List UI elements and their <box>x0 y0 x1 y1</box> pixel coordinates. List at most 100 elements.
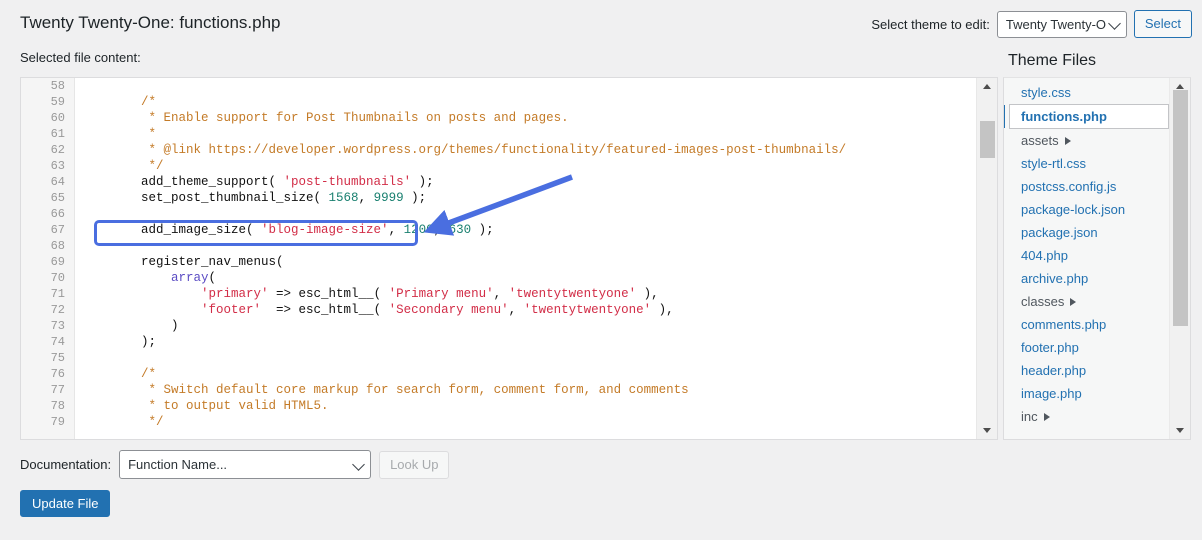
theme-file-label: package.json <box>1021 225 1098 240</box>
theme-file-item[interactable]: style-rtl.css <box>1004 152 1169 175</box>
line-number: 76 <box>21 366 74 382</box>
theme-file-item[interactable]: package.json <box>1004 221 1169 244</box>
theme-file-item[interactable]: functions.php <box>1009 104 1169 129</box>
theme-folder-item[interactable]: inc <box>1004 405 1169 428</box>
line-number: 78 <box>21 398 74 414</box>
theme-file-label: package-lock.json <box>1021 202 1125 217</box>
caret-right-icon <box>1065 137 1071 145</box>
code-line: register_nav_menus( <box>76 254 975 270</box>
code-token: add_image_size( <box>81 223 261 237</box>
line-number: 64 <box>21 174 74 190</box>
code-token: , <box>359 191 374 205</box>
theme-file-item[interactable]: footer.php <box>1004 336 1169 359</box>
code-token: 'primary' <box>201 287 269 301</box>
code-token: 'footer' <box>201 303 261 317</box>
theme-files-scrollbar-thumb[interactable] <box>1173 90 1188 326</box>
theme-folder-item[interactable]: assets <box>1004 129 1169 152</box>
code-token: , <box>494 287 509 301</box>
code-token: => esc_html__( <box>269 287 389 301</box>
documentation-select[interactable]: Function Name... <box>119 450 371 479</box>
theme-file-label: comments.php <box>1021 317 1106 332</box>
code-line <box>76 238 975 254</box>
page-title: Twenty Twenty-One: functions.php <box>20 13 281 33</box>
code-line: ) <box>76 318 975 334</box>
code-line: * Switch default core markup for search … <box>76 382 975 398</box>
theme-file-label: inc <box>1021 409 1038 424</box>
theme-files-panel: style.css functions.php assets style-rtl.cs… <box>1003 77 1191 440</box>
theme-file-item[interactable]: archive.php <box>1004 267 1169 290</box>
code-token: */ <box>81 159 164 173</box>
line-number: 65 <box>21 190 74 206</box>
code-token: /* <box>81 95 156 109</box>
line-number: 74 <box>21 334 74 350</box>
code-token: , <box>434 223 449 237</box>
line-number: 58 <box>21 78 74 94</box>
line-number: 70 <box>21 270 74 286</box>
documentation-row: Documentation: Function Name... Look Up <box>20 450 449 479</box>
code-token: 'post-thumbnails' <box>284 175 412 189</box>
line-number-gutter: 5859606162636465666768697071727374757677… <box>21 78 75 439</box>
line-number: 63 <box>21 158 74 174</box>
theme-folder-item[interactable]: classes <box>1004 290 1169 313</box>
theme-select[interactable]: Twenty Twenty-O <box>997 11 1127 38</box>
line-number: 59 <box>21 94 74 110</box>
theme-file-item[interactable]: image.php <box>1004 382 1169 405</box>
scroll-up-arrow-icon[interactable] <box>977 78 997 95</box>
theme-file-item[interactable]: 404.php <box>1004 244 1169 267</box>
line-number: 61 <box>21 126 74 142</box>
theme-file-label: functions.php <box>1021 109 1107 124</box>
code-content[interactable]: /* * Enable support for Post Thumbnails … <box>76 78 975 439</box>
code-token: set_post_thumbnail_size( <box>81 191 329 205</box>
theme-file-label: classes <box>1021 294 1064 309</box>
code-line: * <box>76 126 975 142</box>
theme-file-item[interactable]: style.css <box>1004 81 1169 104</box>
code-line: 'footer' => esc_html__( 'Secondary menu'… <box>76 302 975 318</box>
line-number: 71 <box>21 286 74 302</box>
code-token: 'Primary menu' <box>389 287 494 301</box>
code-token: ( <box>209 271 217 285</box>
code-line <box>76 206 975 222</box>
code-token: * Enable support for Post Thumbnails on … <box>81 111 569 125</box>
look-up-button[interactable]: Look Up <box>379 451 449 479</box>
code-editor[interactable]: 5859606162636465666768697071727374757677… <box>20 77 998 440</box>
code-line: array( <box>76 270 975 286</box>
code-token: 1568 <box>329 191 359 205</box>
theme-file-label: assets <box>1021 133 1059 148</box>
code-token: */ <box>81 415 164 429</box>
theme-switcher: Select theme to edit: Twenty Twenty-O Se… <box>871 10 1192 38</box>
code-token <box>81 303 201 317</box>
code-line: 'primary' => esc_html__( 'Primary menu',… <box>76 286 975 302</box>
selected-file-content-label: Selected file content: <box>20 50 141 65</box>
code-token: ); <box>404 191 427 205</box>
code-token: 9999 <box>374 191 404 205</box>
scroll-down-arrow-icon[interactable] <box>977 422 997 439</box>
theme-file-item[interactable]: postcss.config.js <box>1004 175 1169 198</box>
theme-file-label: style.css <box>1021 85 1071 100</box>
code-token: ), <box>651 303 674 317</box>
theme-file-label: footer.php <box>1021 340 1079 355</box>
code-token: /* <box>81 367 156 381</box>
code-line <box>76 350 975 366</box>
caret-right-icon <box>1044 413 1050 421</box>
code-token: ); <box>471 223 494 237</box>
code-line: add_theme_support( 'post-thumbnails' ); <box>76 174 975 190</box>
theme-switcher-label: Select theme to edit: <box>871 17 990 32</box>
theme-file-item[interactable]: comments.php <box>1004 313 1169 336</box>
theme-file-item[interactable]: header.php <box>1004 359 1169 382</box>
code-token: 'twentytwentyone' <box>524 303 652 317</box>
code-token: 630 <box>449 223 472 237</box>
theme-files-scrollbar[interactable] <box>1169 78 1190 439</box>
theme-file-label: image.php <box>1021 386 1082 401</box>
editor-scrollbar[interactable] <box>976 78 997 439</box>
documentation-select-value: Function Name... <box>128 457 227 472</box>
chevron-down-icon <box>352 458 365 471</box>
code-token: * Switch default core markup for search … <box>81 383 689 397</box>
theme-file-item[interactable]: package-lock.json <box>1004 198 1169 221</box>
editor-scrollbar-thumb[interactable] <box>980 121 995 158</box>
update-file-button[interactable]: Update File <box>20 490 110 517</box>
code-line: /* <box>76 94 975 110</box>
select-theme-button[interactable]: Select <box>1134 10 1192 38</box>
code-token: add_theme_support( <box>81 175 284 189</box>
files-scroll-down-arrow-icon[interactable] <box>1170 422 1190 439</box>
line-number: 67 <box>21 222 74 238</box>
